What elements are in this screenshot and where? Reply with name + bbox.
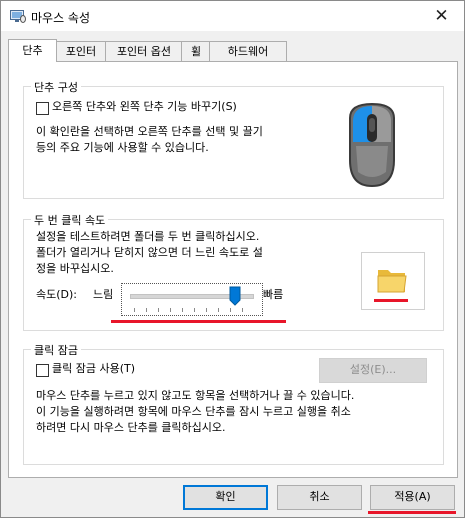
button-label: 설정(E)... xyxy=(349,363,397,376)
tab-pointer-options[interactable]: 포인터 옵션 xyxy=(105,41,183,61)
double-click-description-line-3: 정을 바꾸십시오. xyxy=(36,262,114,275)
tab-buttons[interactable]: 단추 xyxy=(8,39,57,62)
double-click-description-line-1: 설정을 테스트하려면 폴더를 두 번 클릭하십시오. xyxy=(36,230,260,243)
window-title: 마우스 속성 xyxy=(31,11,91,25)
slider-tick xyxy=(146,308,147,312)
slider-tick xyxy=(182,308,183,312)
click-lock-description-line-3: 하려면 다시 마우스 단추를 클릭하십시오. xyxy=(36,421,226,434)
tab-wheel[interactable]: 휠 xyxy=(181,41,211,61)
buttons-tab-panel: 단추 구성 오른쪽 단추와 왼쪽 단추 기능 바꾸기(S) 이 확인란을 선택하… xyxy=(8,61,458,478)
button-label: 취소 xyxy=(309,490,330,503)
apply-button[interactable]: 적용(A) xyxy=(370,485,455,510)
click-lock-settings-button[interactable]: 설정(E)... xyxy=(319,358,427,383)
click-lock-description-line-2: 이 기능을 실행하려면 항목에 마우스 단추를 잠시 누르고 실행을 취소 xyxy=(36,405,351,418)
tab-label: 휠 xyxy=(190,45,202,58)
mouse-illustration xyxy=(349,102,395,188)
tab-label: 포인터 xyxy=(65,45,97,58)
tab-label: 하드웨어 xyxy=(227,45,269,58)
apply-annotation-underline xyxy=(368,511,456,514)
click-lock-label[interactable]: 클릭 잠금 사용(T) xyxy=(52,361,135,377)
click-lock-legend: 클릭 잠금 xyxy=(31,342,81,358)
slider-tick xyxy=(158,308,159,312)
slider-tick xyxy=(206,308,207,312)
fast-label: 빠름 xyxy=(263,288,284,301)
folder-icon[interactable] xyxy=(376,265,408,295)
mouse-app-icon xyxy=(10,10,26,23)
tab-label: 단추 xyxy=(22,44,43,57)
speed-label: 속도(D): xyxy=(36,288,77,301)
slider-thumb[interactable] xyxy=(229,286,241,306)
swap-description-line-1: 이 확인란을 선택하면 오른쪽 단추를 선택 및 끌기 xyxy=(36,125,263,138)
folder-annotation-underline xyxy=(374,299,408,302)
title-bar: 마우스 속성 ✕ xyxy=(1,1,464,31)
tab-pointers[interactable]: 포인터 xyxy=(55,41,107,61)
button-configuration-legend: 단추 구성 xyxy=(31,79,81,95)
button-label: 적용(A) xyxy=(394,490,431,503)
close-icon: ✕ xyxy=(434,6,449,26)
click-lock-description-line-1: 마우스 단추를 누르고 있지 않고도 항목을 선택하거나 끌 수 있습니다. xyxy=(36,389,355,402)
ok-button[interactable]: 확인 xyxy=(183,485,268,510)
swap-buttons-label[interactable]: 오른쪽 단추와 왼쪽 단추 기능 바꾸기(S) xyxy=(52,99,237,115)
close-button[interactable]: ✕ xyxy=(419,1,464,31)
slow-label: 느림 xyxy=(93,288,114,301)
click-lock-checkbox[interactable] xyxy=(36,364,49,377)
slider-tick xyxy=(230,308,231,312)
double-click-description-line-2: 폴더가 열리거나 닫히지 않으면 더 느린 속도로 설 xyxy=(36,246,263,259)
tab-hardware[interactable]: 하드웨어 xyxy=(209,41,287,61)
swap-description-line-2: 등의 주요 기능에 사용할 수 있습니다. xyxy=(36,141,209,154)
speed-slider[interactable] xyxy=(121,283,263,316)
slider-tick xyxy=(242,308,243,312)
swap-buttons-checkbox[interactable] xyxy=(36,102,49,115)
tab-label: 포인터 옵션 xyxy=(116,45,172,58)
cancel-button[interactable]: 취소 xyxy=(277,485,362,510)
button-label: 확인 xyxy=(215,490,236,503)
slider-tick xyxy=(194,308,195,312)
slider-annotation-underline xyxy=(111,320,286,323)
test-folder-area[interactable] xyxy=(361,252,425,310)
slider-tick xyxy=(170,308,171,312)
slider-tick xyxy=(134,308,135,312)
slider-tick xyxy=(218,308,219,312)
mouse-properties-window: 마우스 속성 ✕ 단추 포인터 포인터 옵션 휠 하드웨어 단추 구성 오른쪽 … xyxy=(0,0,465,518)
double-click-speed-legend: 두 번 클릭 속도 xyxy=(31,212,109,228)
